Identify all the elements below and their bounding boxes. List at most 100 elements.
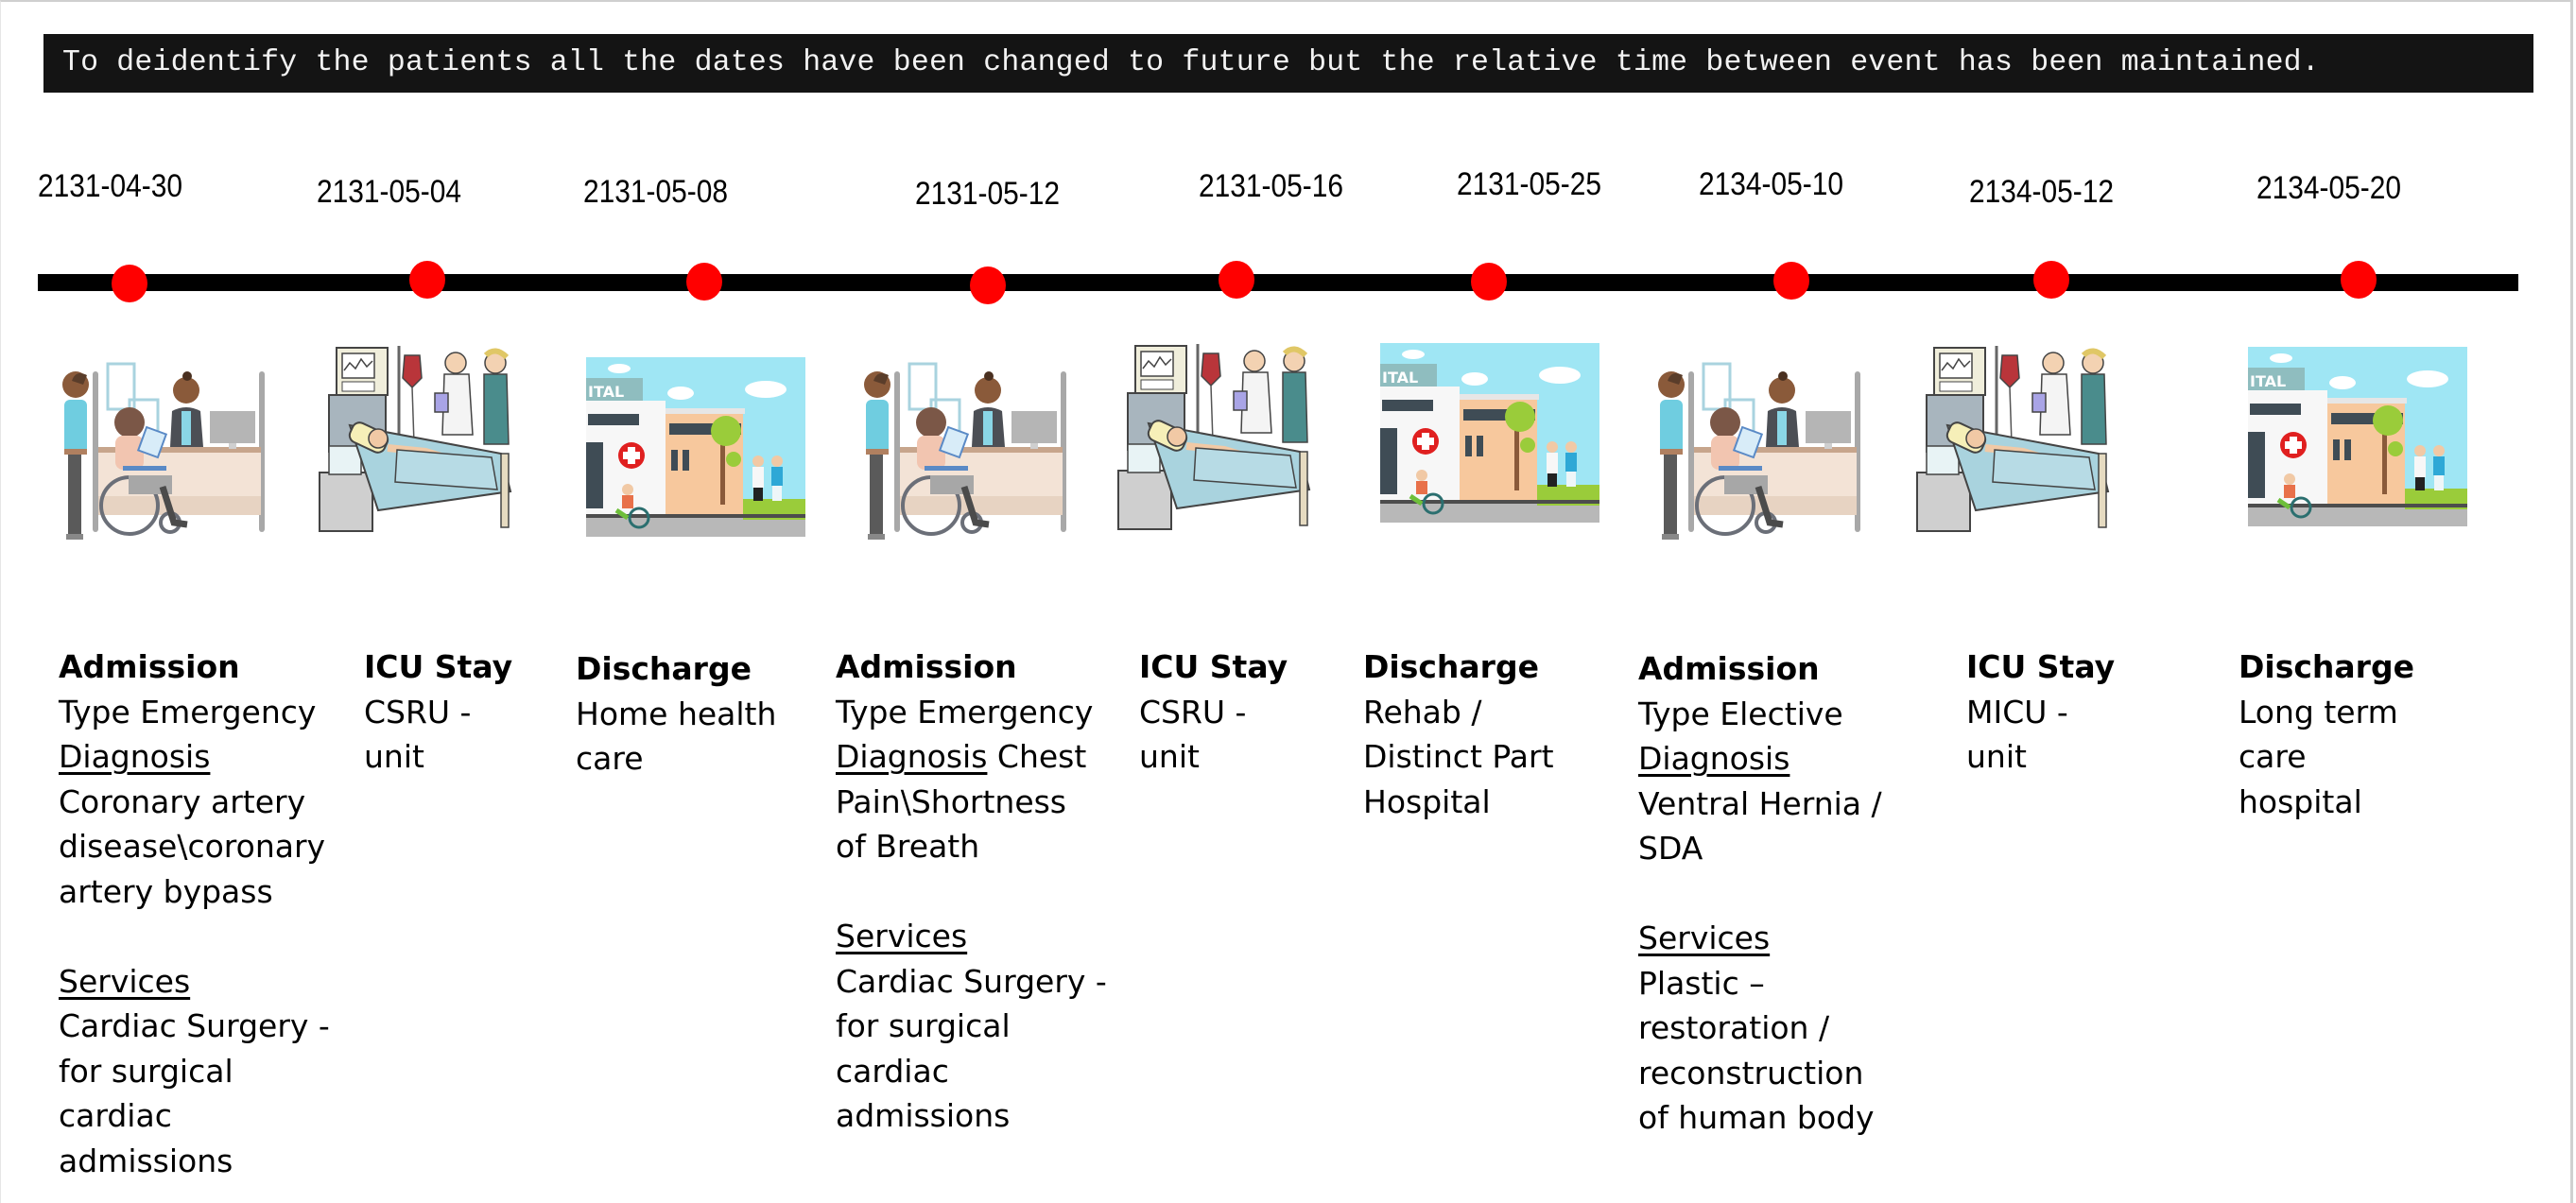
reception-desk-wheelchair-illustration bbox=[49, 354, 271, 548]
hospital-building-illustration: ITAL bbox=[2248, 347, 2467, 526]
event-title: Discharge bbox=[1363, 648, 1539, 685]
services-line: reconstruction bbox=[1638, 1054, 1864, 1091]
services-line: of human body bbox=[1638, 1099, 1875, 1136]
event-date: 2131-04-30 bbox=[38, 168, 183, 204]
event-title: Admission bbox=[1638, 650, 1820, 687]
diagnosis-row: Diagnosis bbox=[59, 734, 330, 780]
timeline-marker bbox=[2033, 261, 2069, 299]
event-detail-line: Hospital bbox=[1363, 782, 1491, 820]
event-detail-line: Type Emergency bbox=[836, 693, 1094, 730]
event-date: 2131-05-12 bbox=[915, 176, 1061, 212]
icu-bed-patient-illustration bbox=[312, 340, 529, 534]
event-description-icu: ICU Stay CSRU - unit bbox=[1139, 644, 1288, 780]
svg-text:ITAL: ITAL bbox=[1382, 369, 1418, 387]
icu-bed-patient-illustration bbox=[1111, 338, 1328, 532]
event-detail-line: CSRU - bbox=[364, 693, 472, 730]
timeline-marker bbox=[970, 266, 1006, 304]
services-row: Services bbox=[836, 914, 1107, 959]
svg-text:ITAL: ITAL bbox=[588, 383, 624, 401]
diagnosis-line: artery bypass bbox=[59, 872, 273, 910]
event-title: Admission bbox=[59, 648, 240, 685]
timeline-marker bbox=[1773, 262, 1809, 300]
services-line: for surgical bbox=[59, 1052, 233, 1090]
event-title: Discharge bbox=[2239, 648, 2414, 685]
event-detail-line: Rehab / bbox=[1363, 693, 1482, 730]
event-title: ICU Stay bbox=[1139, 648, 1288, 685]
diagnosis-line: Ventral Hernia / bbox=[1638, 784, 1882, 822]
event-date: 2134-05-20 bbox=[2256, 170, 2402, 206]
event-date: 2131-05-04 bbox=[317, 174, 462, 210]
event-date: 2134-05-12 bbox=[1969, 174, 2115, 210]
event-detail-line: CSRU - bbox=[1139, 693, 1247, 730]
services-line: Cardiac Surgery - bbox=[59, 1007, 330, 1044]
event-detail-line: Home health bbox=[576, 695, 777, 732]
event-description-icu: ICU Stay CSRU - unit bbox=[364, 644, 512, 780]
services-line: admissions bbox=[59, 1142, 233, 1179]
timeline-marker bbox=[2341, 261, 2377, 299]
timeline-marker bbox=[1471, 263, 1507, 301]
event-title: ICU Stay bbox=[364, 648, 513, 685]
services-line: for surgical bbox=[836, 1007, 1011, 1044]
event-detail-line: care bbox=[2239, 738, 2307, 775]
event-title: Admission bbox=[836, 648, 1017, 685]
event-date: 2131-05-16 bbox=[1199, 168, 1344, 204]
services-label: Services bbox=[59, 962, 191, 1000]
event-description-admission: Admission Type Emergency Diagnosis Chest Pa… bbox=[836, 644, 1107, 1139]
event-title: ICU Stay bbox=[1966, 648, 2116, 685]
diagnosis-row: Diagnosis Chest bbox=[836, 734, 1107, 780]
services-label: Services bbox=[836, 918, 968, 954]
timeline-marker bbox=[686, 263, 722, 301]
diagnosis-row: Diagnosis bbox=[1638, 736, 1882, 782]
services-label: Services bbox=[1638, 919, 1771, 956]
event-detail-line: unit bbox=[1966, 738, 2027, 775]
services-line: Plastic – bbox=[1638, 964, 1765, 1002]
svg-text:ITAL: ITAL bbox=[2250, 372, 2286, 390]
event-detail-line: unit bbox=[1139, 738, 1200, 775]
event-detail-line: unit bbox=[364, 738, 424, 775]
event-description-discharge: Discharge Rehab / Distinct Part Hospital bbox=[1363, 644, 1554, 824]
timeline-marker bbox=[409, 261, 445, 299]
services-row: Services bbox=[1638, 916, 1882, 961]
services-line: cardiac bbox=[836, 1052, 949, 1090]
hospital-building-illustration: ITAL bbox=[1380, 343, 1599, 523]
event-description-admission: Admission Type Emergency Diagnosis Coronary… bbox=[59, 644, 330, 1183]
event-description-discharge: Discharge Long term care hospital bbox=[2239, 644, 2414, 824]
services-line: cardiac bbox=[59, 1097, 172, 1134]
event-description-admission: Admission Type Elective Diagnosis Ventral H… bbox=[1638, 646, 1882, 1141]
event-date: 2131-05-08 bbox=[583, 174, 729, 210]
services-line: Cardiac Surgery - bbox=[836, 962, 1107, 1000]
diagnosis-line: SDA bbox=[1638, 830, 1703, 867]
diagnosis-line: Pain\Shortness bbox=[836, 782, 1067, 820]
diagnosis-label: Diagnosis bbox=[59, 738, 211, 775]
services-line: restoration / bbox=[1638, 1009, 1830, 1046]
event-detail-line: MICU - bbox=[1966, 693, 2068, 730]
icu-bed-patient-illustration bbox=[1910, 340, 2127, 534]
services-row: Services bbox=[59, 959, 330, 1005]
diagnosis-line: disease\coronary bbox=[59, 828, 326, 865]
timeline-marker bbox=[1219, 261, 1254, 299]
event-detail-line: Long term bbox=[2239, 693, 2398, 730]
event-date: 2131-05-25 bbox=[1457, 166, 1602, 202]
reception-desk-wheelchair-illustration bbox=[851, 354, 1073, 548]
deidentification-notice-banner: To deidentify the patients all the dates… bbox=[43, 34, 2533, 93]
timeline-marker bbox=[112, 265, 147, 302]
services-line: admissions bbox=[836, 1097, 1011, 1134]
reception-desk-wheelchair-illustration bbox=[1645, 354, 1867, 548]
diagnosis-line: Coronary artery bbox=[59, 782, 306, 820]
event-description-discharge: Discharge Home health care bbox=[576, 646, 776, 782]
event-detail-line: Type Elective bbox=[1638, 695, 1843, 732]
diagnosis-inline-text: Chest bbox=[987, 738, 1087, 775]
event-description-icu: ICU Stay MICU - unit bbox=[1966, 644, 2115, 780]
event-detail-line: care bbox=[576, 740, 644, 777]
event-detail-line: hospital bbox=[2239, 782, 2362, 820]
hospital-building-illustration: ITAL bbox=[586, 357, 805, 537]
diagnosis-label: Diagnosis bbox=[1638, 740, 1790, 777]
event-detail-line: Distinct Part bbox=[1363, 738, 1554, 775]
event-detail-line: Type Emergency bbox=[59, 693, 317, 730]
diagnosis-label: Diagnosis bbox=[836, 738, 988, 775]
event-title: Discharge bbox=[576, 650, 752, 687]
event-date: 2134-05-10 bbox=[1699, 166, 1844, 202]
